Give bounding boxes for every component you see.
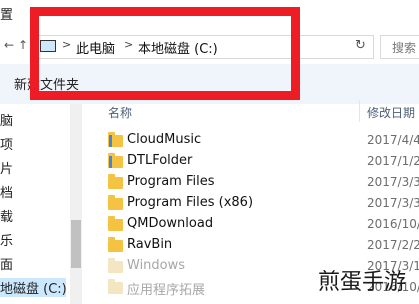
file-row[interactable]: DTLFolder 2017/1/2 (108, 153, 419, 173)
file-name: DTLFolder (127, 153, 193, 168)
file-date: 2017/2/2 (367, 238, 419, 252)
app-folder-icon (108, 132, 123, 147)
up-button[interactable]: ↑ (18, 38, 28, 52)
nav-item-this-pc[interactable]: 脑 (0, 110, 13, 129)
folder-icon (108, 216, 123, 231)
nav-item-local-disk[interactable]: 地磁盘 (C:) (0, 278, 67, 297)
nav-item-documents[interactable]: 档 (0, 182, 13, 201)
refresh-icon[interactable]: ↻ (355, 38, 366, 53)
column-header-name[interactable]: 名称 (108, 104, 132, 121)
folder-icon (108, 195, 123, 210)
file-name: 应用程序拓展 (127, 283, 206, 298)
back-button[interactable]: ← (4, 38, 14, 52)
window-title: 置 (0, 8, 14, 23)
file-row[interactable]: Program Files (x86) 2017/3/3 (108, 195, 419, 215)
folder-icon (108, 258, 123, 273)
file-name: Program Files (127, 174, 215, 189)
file-date: 2017/3/3 (367, 175, 419, 189)
column-divider[interactable] (359, 100, 360, 122)
file-name: CloudMusic (127, 132, 202, 147)
highlight-box (30, 7, 300, 100)
nav-item-desktop[interactable]: 面 (0, 254, 13, 273)
file-row[interactable]: Program Files 2017/3/3 (108, 174, 419, 194)
file-name: Program Files (x86) (127, 195, 254, 210)
file-row[interactable]: RavBin 2017/2/2 (108, 237, 419, 257)
nav-item-downloads[interactable]: 载 (0, 206, 13, 225)
file-name: QMDownload (127, 216, 214, 231)
search-placeholder: 搜索 (392, 41, 417, 55)
file-name: Windows (127, 258, 186, 273)
file-row[interactable]: CloudMusic 2017/4/4 (108, 132, 419, 152)
nav-item-pictures[interactable]: 片 (0, 158, 13, 177)
nav-item-music[interactable]: 乐 (0, 230, 13, 249)
column-header-date[interactable]: 修改日期 (367, 104, 415, 121)
file-date: 2016/10/ (367, 217, 419, 231)
nav-item-videos[interactable]: 项 (0, 134, 13, 153)
folder-icon (108, 279, 123, 294)
nav-scrollbar[interactable] (70, 104, 82, 304)
folder-icon (108, 174, 123, 189)
folder-icon (108, 237, 123, 252)
watermark: 煎蛋手游 (318, 270, 407, 295)
app-folder-icon (108, 153, 123, 168)
file-date: 2017/4/4 (367, 133, 419, 147)
file-row[interactable]: QMDownload 2016/10/ (108, 216, 419, 236)
nav-scrollbar-thumb[interactable] (71, 220, 81, 268)
file-date: 2017/1/2 (367, 154, 419, 168)
file-date: 2017/3/3 (367, 196, 419, 210)
file-name: RavBin (127, 237, 173, 252)
